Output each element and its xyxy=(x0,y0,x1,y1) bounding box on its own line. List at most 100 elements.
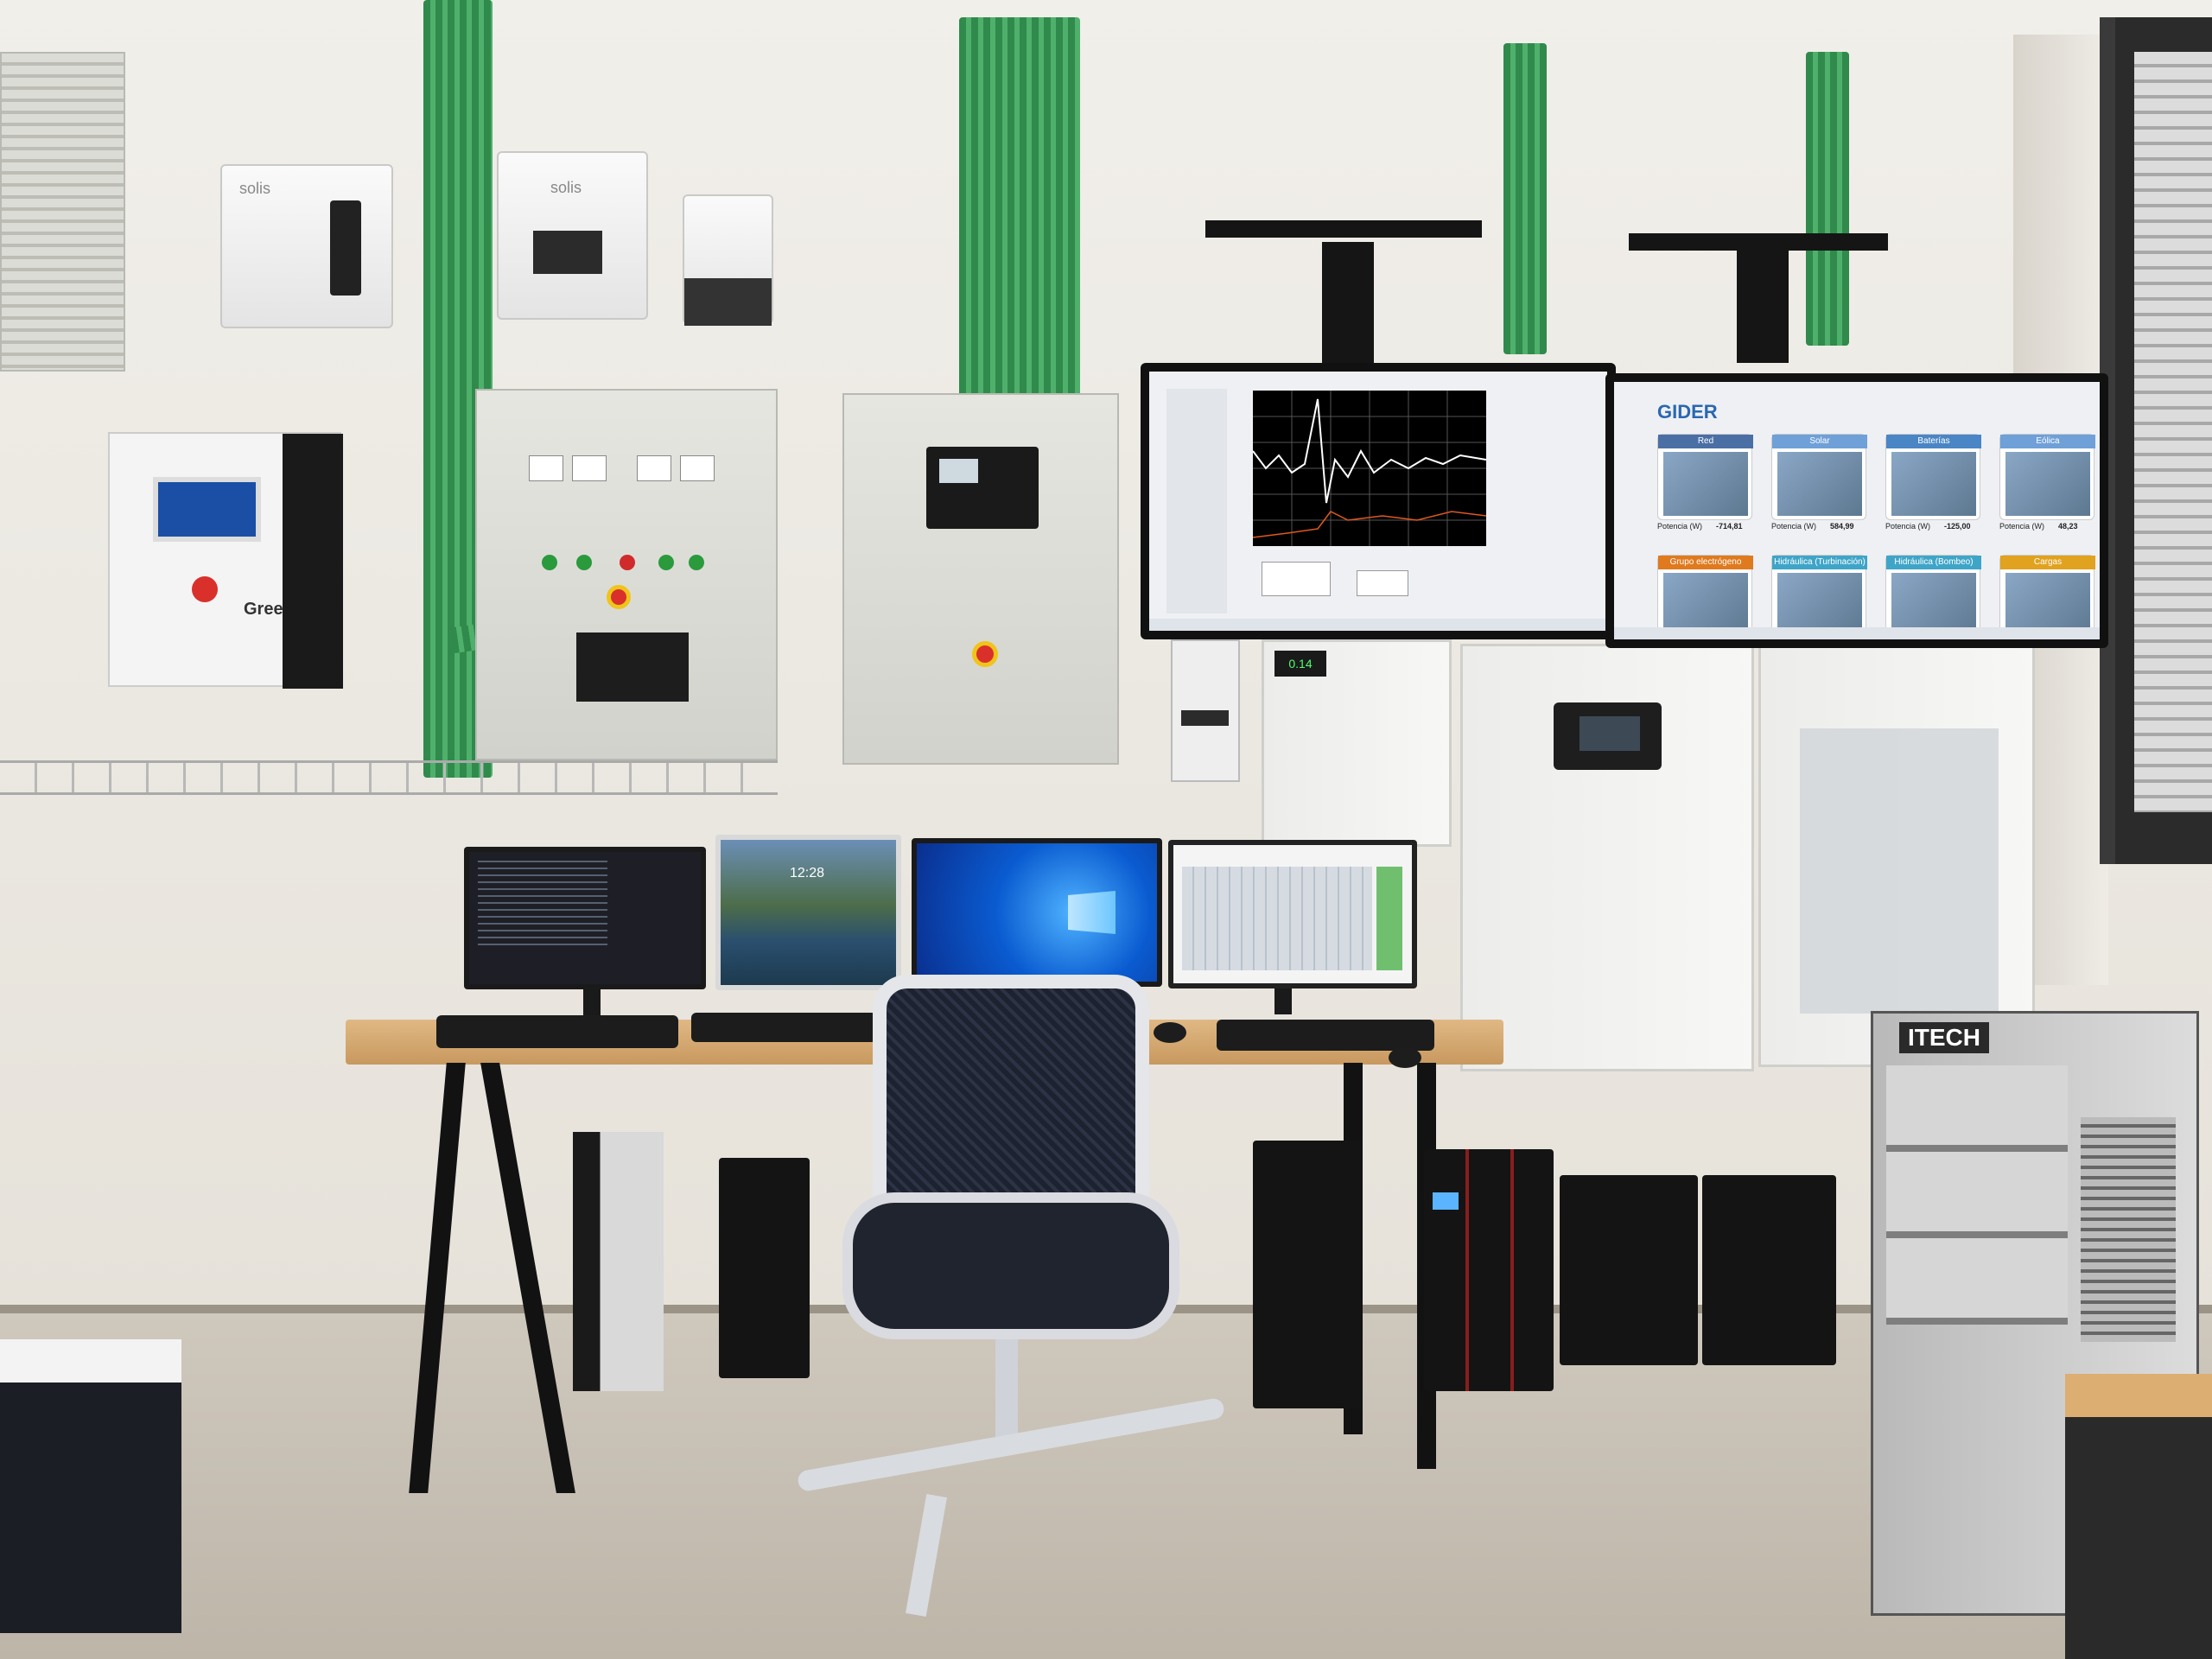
electrical-panel-right xyxy=(842,393,1119,765)
foreground-desk-right xyxy=(2065,1374,2212,1659)
inverter-brand: solis xyxy=(550,179,582,196)
taskbar[interactable] xyxy=(1614,627,2100,639)
tile-photo xyxy=(1777,452,1862,516)
monitor-code xyxy=(464,847,706,989)
indicator-light xyxy=(620,555,635,570)
scada-tile[interactable]: Baterías xyxy=(1885,434,1981,520)
tile-caption: Potencia (W) xyxy=(1885,522,1931,531)
emergency-stop-button[interactable] xyxy=(607,585,631,609)
status-panel xyxy=(1376,867,1402,970)
solar-inverter-2: solis xyxy=(497,151,648,320)
ups-display xyxy=(1433,1192,1459,1210)
inverter-display xyxy=(533,231,602,274)
analog-meter xyxy=(637,455,671,481)
tv-mount-bar xyxy=(1629,233,1888,251)
tile-label: Eólica xyxy=(2000,435,2095,448)
indicator-light xyxy=(576,555,592,570)
digital-display: 0.14 xyxy=(1274,651,1326,677)
keyboard[interactable] xyxy=(436,1015,678,1048)
live-trend-plot[interactable] xyxy=(1252,391,1487,546)
emergency-stop-button[interactable] xyxy=(192,576,218,602)
cable-conduit-2 xyxy=(959,17,1080,397)
electrical-panel-left xyxy=(475,389,778,760)
monitoring-screen[interactable] xyxy=(1149,372,1607,631)
windows-desktop[interactable] xyxy=(917,843,1157,982)
pc-tower-2 xyxy=(719,1158,810,1378)
monitor-lockscreen: 12:28 xyxy=(715,835,901,990)
generator-controller[interactable] xyxy=(926,447,1039,529)
indicator-light xyxy=(689,555,704,570)
meter-box xyxy=(683,194,773,326)
desk-surface xyxy=(2065,1374,2212,1417)
tile-label: Hidráulica (Turbinación) xyxy=(1772,556,1867,569)
charge-controller xyxy=(1171,639,1240,782)
mouse[interactable] xyxy=(1154,1022,1186,1043)
inverter-brand: Greei xyxy=(244,600,289,619)
analog-meter xyxy=(529,455,563,481)
tile-label: Baterías xyxy=(1886,435,1981,448)
pc-tower-1 xyxy=(573,1132,664,1391)
windows-logo-icon xyxy=(1068,891,1116,934)
ventilation-grill xyxy=(2081,1117,2176,1342)
battery-monitor-panel: 0.14 xyxy=(1262,639,1452,847)
process-diagram xyxy=(1182,867,1372,970)
control-cabinet-left xyxy=(1460,644,1754,1071)
tile-label: Solar xyxy=(1772,435,1867,448)
tile-photo xyxy=(2005,452,2090,516)
indicator-light xyxy=(658,555,674,570)
monitor-scada xyxy=(1168,840,1417,988)
scada-tv: GIDER Red Potencia (W) -714,81 Solar Potenci… xyxy=(1605,373,2108,648)
tile-caption: Potencia (W) xyxy=(1771,522,1817,531)
monitoring-tv xyxy=(1141,363,1616,639)
tile-value: 48,23 xyxy=(2058,522,2078,531)
scada-title: GIDER xyxy=(1657,401,1718,423)
battery-bank-1 xyxy=(1560,1175,1698,1365)
inverter-display xyxy=(330,200,361,296)
cabinet-hmi[interactable] xyxy=(1554,702,1662,770)
analog-meter xyxy=(572,455,607,481)
signal-list-panel[interactable] xyxy=(1166,389,1227,613)
solar-inverter-1: solis xyxy=(220,164,393,328)
hmi-screen xyxy=(1580,716,1640,751)
electronic-load-modules[interactable] xyxy=(1886,1065,2068,1325)
scada-tile[interactable]: Eólica xyxy=(1999,434,2095,520)
cable-conduit-3 xyxy=(1503,43,1547,354)
chair-seat[interactable] xyxy=(842,1192,1179,1339)
meter-base xyxy=(684,278,772,326)
inverter-touchscreen xyxy=(153,477,261,542)
battery-bank-2 xyxy=(1702,1175,1836,1365)
lock-clock: 12:28 xyxy=(790,866,825,880)
code-editor-screen[interactable] xyxy=(469,852,701,984)
lock-screen[interactable]: 12:28 xyxy=(721,840,896,985)
controller-lcd xyxy=(939,459,978,483)
emergency-stop-button[interactable] xyxy=(972,641,998,667)
monitor-desktop xyxy=(912,838,1162,987)
cabinet-glass-door xyxy=(1800,728,1999,1014)
taskbar[interactable] xyxy=(1149,619,1607,631)
tile-photo xyxy=(1891,452,1976,516)
tv-mount-bar xyxy=(1205,220,1482,238)
tile-value: -125,00 xyxy=(1944,522,1971,531)
value-field[interactable] xyxy=(1262,562,1331,596)
code-text xyxy=(478,861,607,947)
keyboard[interactable] xyxy=(691,1013,877,1042)
scada-screen[interactable]: GIDER Red Potencia (W) -714,81 Solar Potenci… xyxy=(1614,382,2100,639)
cable-tray xyxy=(0,760,778,795)
keyboard[interactable] xyxy=(1217,1020,1434,1051)
load-bank-brand: ITECH xyxy=(1899,1022,1989,1053)
scada-tile[interactable]: Red xyxy=(1657,434,1753,520)
mouse[interactable] xyxy=(1389,1047,1421,1068)
hybrid-inverter: Greei xyxy=(108,432,343,689)
tv-mount-arm xyxy=(1322,242,1374,363)
trend-lines xyxy=(1252,391,1487,546)
tile-photo xyxy=(1663,452,1748,516)
scada-tile[interactable]: Solar xyxy=(1771,434,1867,520)
indicator-light xyxy=(542,555,557,570)
foreground-desk-left xyxy=(0,1339,181,1633)
tv-mount-arm xyxy=(1737,251,1789,363)
vfd-drives xyxy=(576,632,689,702)
cable-conduit-4 xyxy=(1806,52,1849,346)
scada-diagram-screen[interactable] xyxy=(1173,845,1412,983)
tile-label: Hidráulica (Bombeo) xyxy=(1886,556,1981,569)
value-field[interactable] xyxy=(1357,570,1408,596)
